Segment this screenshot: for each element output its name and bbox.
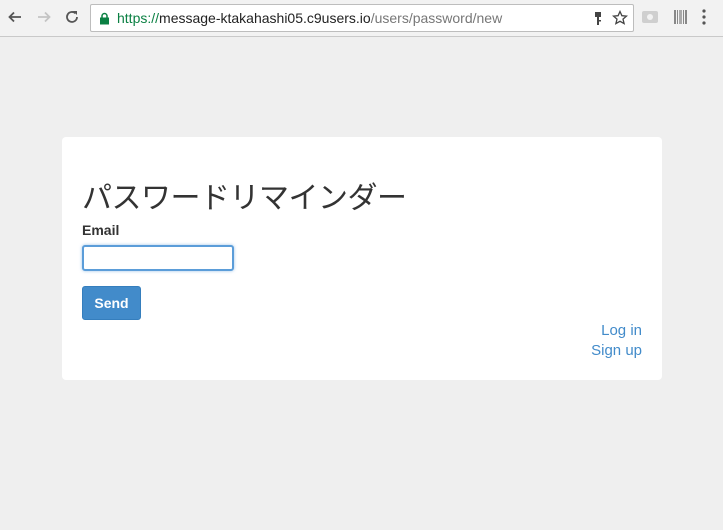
extension-icon[interactable] <box>641 9 659 30</box>
browser-menu-icon[interactable] <box>702 9 706 30</box>
send-button[interactable]: Send <box>82 286 141 320</box>
back-arrow-icon <box>7 9 23 25</box>
key-icon[interactable] <box>593 11 603 31</box>
url-text: https://message-ktakahashi05.c9users.io/… <box>117 10 502 27</box>
url-scheme: https:// <box>117 10 160 26</box>
email-input[interactable] <box>82 245 234 271</box>
url-host: message-ktakahashi05.c9users.io <box>159 10 371 26</box>
lock-icon <box>99 12 110 30</box>
address-bar[interactable]: https://message-ktakahashi05.c9users.io/… <box>90 4 634 32</box>
auth-links: Log in Sign up <box>591 321 642 361</box>
email-label: Email <box>82 222 120 238</box>
barcode-extension-icon[interactable] <box>674 9 688 30</box>
reload-button[interactable] <box>61 6 83 28</box>
password-reminder-panel: パスワードリマインダー Email Send Log in Sign up <box>62 137 662 380</box>
browser-toolbar: https://message-ktakahashi05.c9users.io/… <box>0 0 723 37</box>
reload-icon <box>64 9 80 25</box>
page-title: パスワードリマインダー <box>82 181 407 216</box>
login-link[interactable]: Log in <box>591 321 642 341</box>
back-button[interactable] <box>4 6 26 28</box>
signup-link[interactable]: Sign up <box>591 341 642 361</box>
forward-button[interactable] <box>33 6 55 28</box>
bookmark-star-icon[interactable] <box>611 9 629 31</box>
url-path: /users/password/new <box>370 10 503 26</box>
forward-arrow-icon <box>36 9 52 25</box>
